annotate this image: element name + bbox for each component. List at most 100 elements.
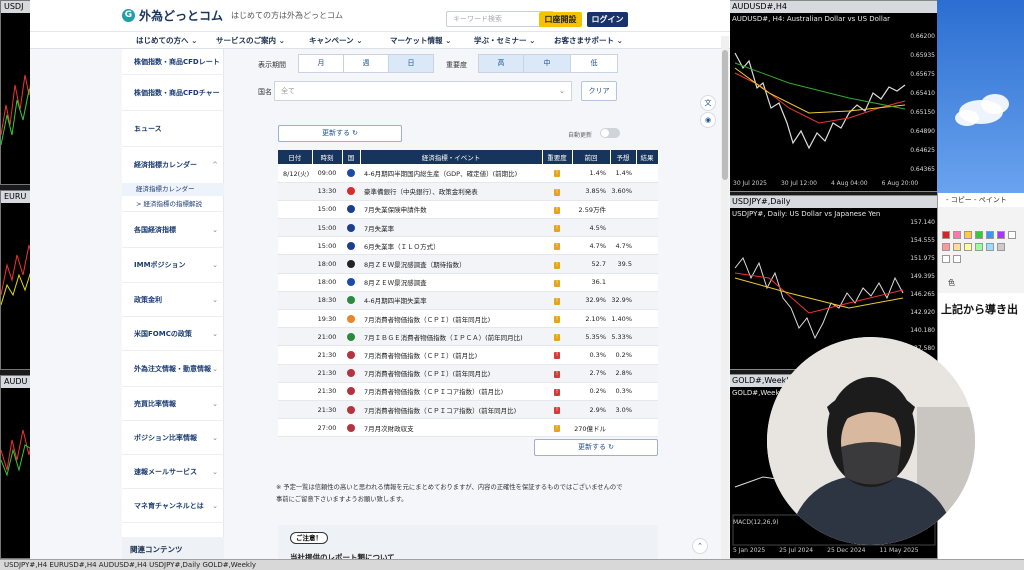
cell-country xyxy=(342,418,360,438)
importance-mid[interactable]: 中 xyxy=(523,54,571,73)
country-select[interactable]: 全て ⌄ xyxy=(274,81,572,101)
swatch-white-3[interactable] xyxy=(953,255,961,263)
swatch-green[interactable] xyxy=(975,231,983,239)
period-label: 表示期間 xyxy=(258,61,286,69)
period-week[interactable]: 週 xyxy=(343,54,389,73)
cell-event[interactable]: 豪準備銀行（中央銀行）、政策金利発表 xyxy=(360,182,542,201)
cell-event[interactable]: 7月ＩＢＧＥ消費者物価指数（ＩＰＣＡ）(前年同月比) xyxy=(360,327,542,347)
left-chart-window-1[interactable]: USDJ xyxy=(0,0,32,185)
assistant-icon[interactable]: ◉ xyxy=(700,112,716,128)
cell-country xyxy=(342,309,360,329)
swatch-white[interactable] xyxy=(1008,231,1016,239)
importance-label: 重要度 xyxy=(446,61,467,69)
cell-country xyxy=(342,182,360,201)
cell-importance: ! xyxy=(542,382,572,401)
importance-low[interactable]: 低 xyxy=(570,54,618,73)
swatch-light-blue[interactable] xyxy=(986,243,994,251)
swatch-light-orange[interactable] xyxy=(953,243,961,251)
sidebar-item-fx-orders[interactable]: 外為注文情報・動意情報 ⌄ xyxy=(122,351,224,387)
cell-event[interactable]: 7月失業率 xyxy=(360,218,542,238)
cell-event[interactable]: 7月消費者物価指数（ＣＰＩ）(前年同月比) xyxy=(360,309,542,329)
refresh-button-top[interactable]: 更新する ↻ xyxy=(278,125,402,142)
cell-event[interactable]: 7月消費者物価指数（ＣＰＩコア指数）(前月比) xyxy=(360,382,542,401)
cell-previous: 36.1 xyxy=(572,273,610,292)
auto-update-toggle[interactable] xyxy=(600,128,620,138)
cell-event[interactable]: 7月消費者物価指数（ＣＰＩ）(前月比) xyxy=(360,345,542,365)
swatch-light-red[interactable] xyxy=(942,243,950,251)
swatch-pink[interactable] xyxy=(953,231,961,239)
sidebar-sub-indicator-guide[interactable]: > 経済指標の指標解説 xyxy=(122,196,224,212)
cell-event[interactable]: 8月ＺＥＷ景況感調査（期待指数） xyxy=(360,254,542,274)
chart-window-audusd[interactable]: AUDUSD#,H4 AUDUSD#, H4: Australian Dolla… xyxy=(728,0,938,192)
chevron-down-icon: ⌄ xyxy=(212,330,218,338)
importance-badge-icon: ! xyxy=(554,407,560,415)
sidebar-item-mail-service[interactable]: 速報メールサービス ⌄ xyxy=(122,455,224,489)
left-chart-window-3[interactable]: AUDU xyxy=(0,375,32,559)
cell-time: 21:30 xyxy=(312,364,342,383)
nav-beginners[interactable]: はじめての方へ ⌄ xyxy=(136,32,197,49)
sidebar-item-index-cfd-charts[interactable]: 株価指数・商品CFDチャート xyxy=(122,75,224,133)
translate-icon[interactable]: 文 xyxy=(700,95,716,111)
left-chart-window-2[interactable]: EURU xyxy=(0,190,32,370)
swatch-red[interactable] xyxy=(942,231,950,239)
swatch-yellow[interactable] xyxy=(964,231,972,239)
cell-previous: 4.7% xyxy=(572,236,610,256)
search-input[interactable]: キーワード検索 xyxy=(446,11,554,27)
scrollbar-thumb[interactable] xyxy=(722,50,728,180)
clear-button[interactable]: クリア xyxy=(581,81,617,101)
taskbar[interactable]: USDJPY#,H4 EURUSD#,H4 AUDUSD#,H4 USDJPY#… xyxy=(0,559,1024,570)
nav-market-info[interactable]: マーケット情報 ⌄ xyxy=(390,32,451,49)
cell-time: 18:30 xyxy=(312,291,342,311)
cell-previous: 2.10% xyxy=(572,309,610,329)
nav-support[interactable]: お客さまサポート ⌄ xyxy=(554,32,623,49)
cell-event[interactable]: 7月失業保険申請件数 xyxy=(360,200,542,220)
cell-event[interactable]: 8月ＺＥＷ景況感調査 xyxy=(360,273,542,292)
cell-event[interactable]: 7月月次財政収支 xyxy=(360,418,542,438)
col-country: 国 xyxy=(342,150,361,164)
period-day[interactable]: 日 xyxy=(388,54,434,73)
cell-event[interactable]: 4-6月期四半期国内総生産（GDP、確定値）(前期比) xyxy=(360,164,542,183)
table-row: 21:00 7月ＩＢＧＥ消費者物価指数（ＩＰＣＡ）(前年同月比)! 5.35% 5.3… xyxy=(278,327,658,347)
swatch-white-2[interactable] xyxy=(942,255,950,263)
cell-event[interactable]: 4-6月期四半期失業率 xyxy=(360,291,542,311)
refresh-button-bottom[interactable]: 更新する ↻ xyxy=(534,439,658,456)
cell-event[interactable]: 7月消費者物価指数（ＣＰＩコア指数）(前年同月比) xyxy=(360,400,542,420)
swatch-grey[interactable] xyxy=(997,243,1005,251)
left-chart-title-1: USDJ xyxy=(1,1,31,13)
nav-services[interactable]: サービスのご案内 ⌄ xyxy=(216,32,285,49)
nav-learn-seminars[interactable]: 学ぶ・セミナー ⌄ xyxy=(474,32,535,49)
chevron-up-icon: ^ xyxy=(212,161,218,169)
sidebar-sub-economic-calendar[interactable]: 経済指標カレンダー xyxy=(122,183,224,196)
sidebar-item-trade-ratio[interactable]: 売買比率情報 ⌄ xyxy=(122,387,224,421)
swatch-light-green[interactable] xyxy=(975,243,983,251)
cell-country xyxy=(342,218,360,238)
cell-date xyxy=(278,218,312,238)
nav-campaigns[interactable]: キャンペーン ⌄ xyxy=(309,32,363,49)
sidebar-item-policy-rate[interactable]: 政策金利 ⌄ xyxy=(122,283,224,317)
cell-event[interactable]: 6月失業率（ＩＬＯ方式） xyxy=(360,236,542,256)
swatch-blue[interactable] xyxy=(986,231,994,239)
browser-scrollbar[interactable] xyxy=(721,36,729,570)
cell-event[interactable]: 7月消費者物価指数（ＣＰＩ）(前年同月比) xyxy=(360,364,542,383)
sidebar-item-fomc[interactable]: 米国FOMCの政策 ⌄ xyxy=(122,317,224,351)
sidebar-item-economic-calendar[interactable]: 経済指標カレンダー ^ xyxy=(122,147,224,183)
importance-high[interactable]: 高 xyxy=(478,54,524,73)
auto-update-label: 自動更新 xyxy=(568,132,593,139)
sidebar-item-country-indicators[interactable]: 各国経済指標 ⌄ xyxy=(122,212,224,248)
country-flag-icon xyxy=(347,223,355,232)
scroll-top-button[interactable]: ⌃ xyxy=(692,538,708,554)
sidebar-item-maneiku-channel[interactable]: マネ育チャンネルとは ⌄ xyxy=(122,489,224,523)
open-account-button[interactable]: 口座開設 xyxy=(539,12,582,27)
sidebar-item-news[interactable]: ニュース xyxy=(122,111,224,147)
cell-date xyxy=(278,291,312,311)
sidebar-item-index-cfd-rates[interactable]: 株価指数・商品CFDレート xyxy=(122,49,224,75)
sidebar-item-position-ratio[interactable]: ポジション比率情報 ⌄ xyxy=(122,421,224,455)
swatch-purple[interactable] xyxy=(997,231,1005,239)
site-logo[interactable]: 外為どっとコム xyxy=(139,7,223,24)
login-button[interactable]: ログイン xyxy=(587,12,628,27)
cell-result xyxy=(636,327,658,347)
cell-date xyxy=(278,236,312,256)
period-month[interactable]: 月 xyxy=(298,54,344,73)
swatch-light-yellow[interactable] xyxy=(964,243,972,251)
sidebar-item-imm-position[interactable]: IMMポジション ⌄ xyxy=(122,248,224,283)
